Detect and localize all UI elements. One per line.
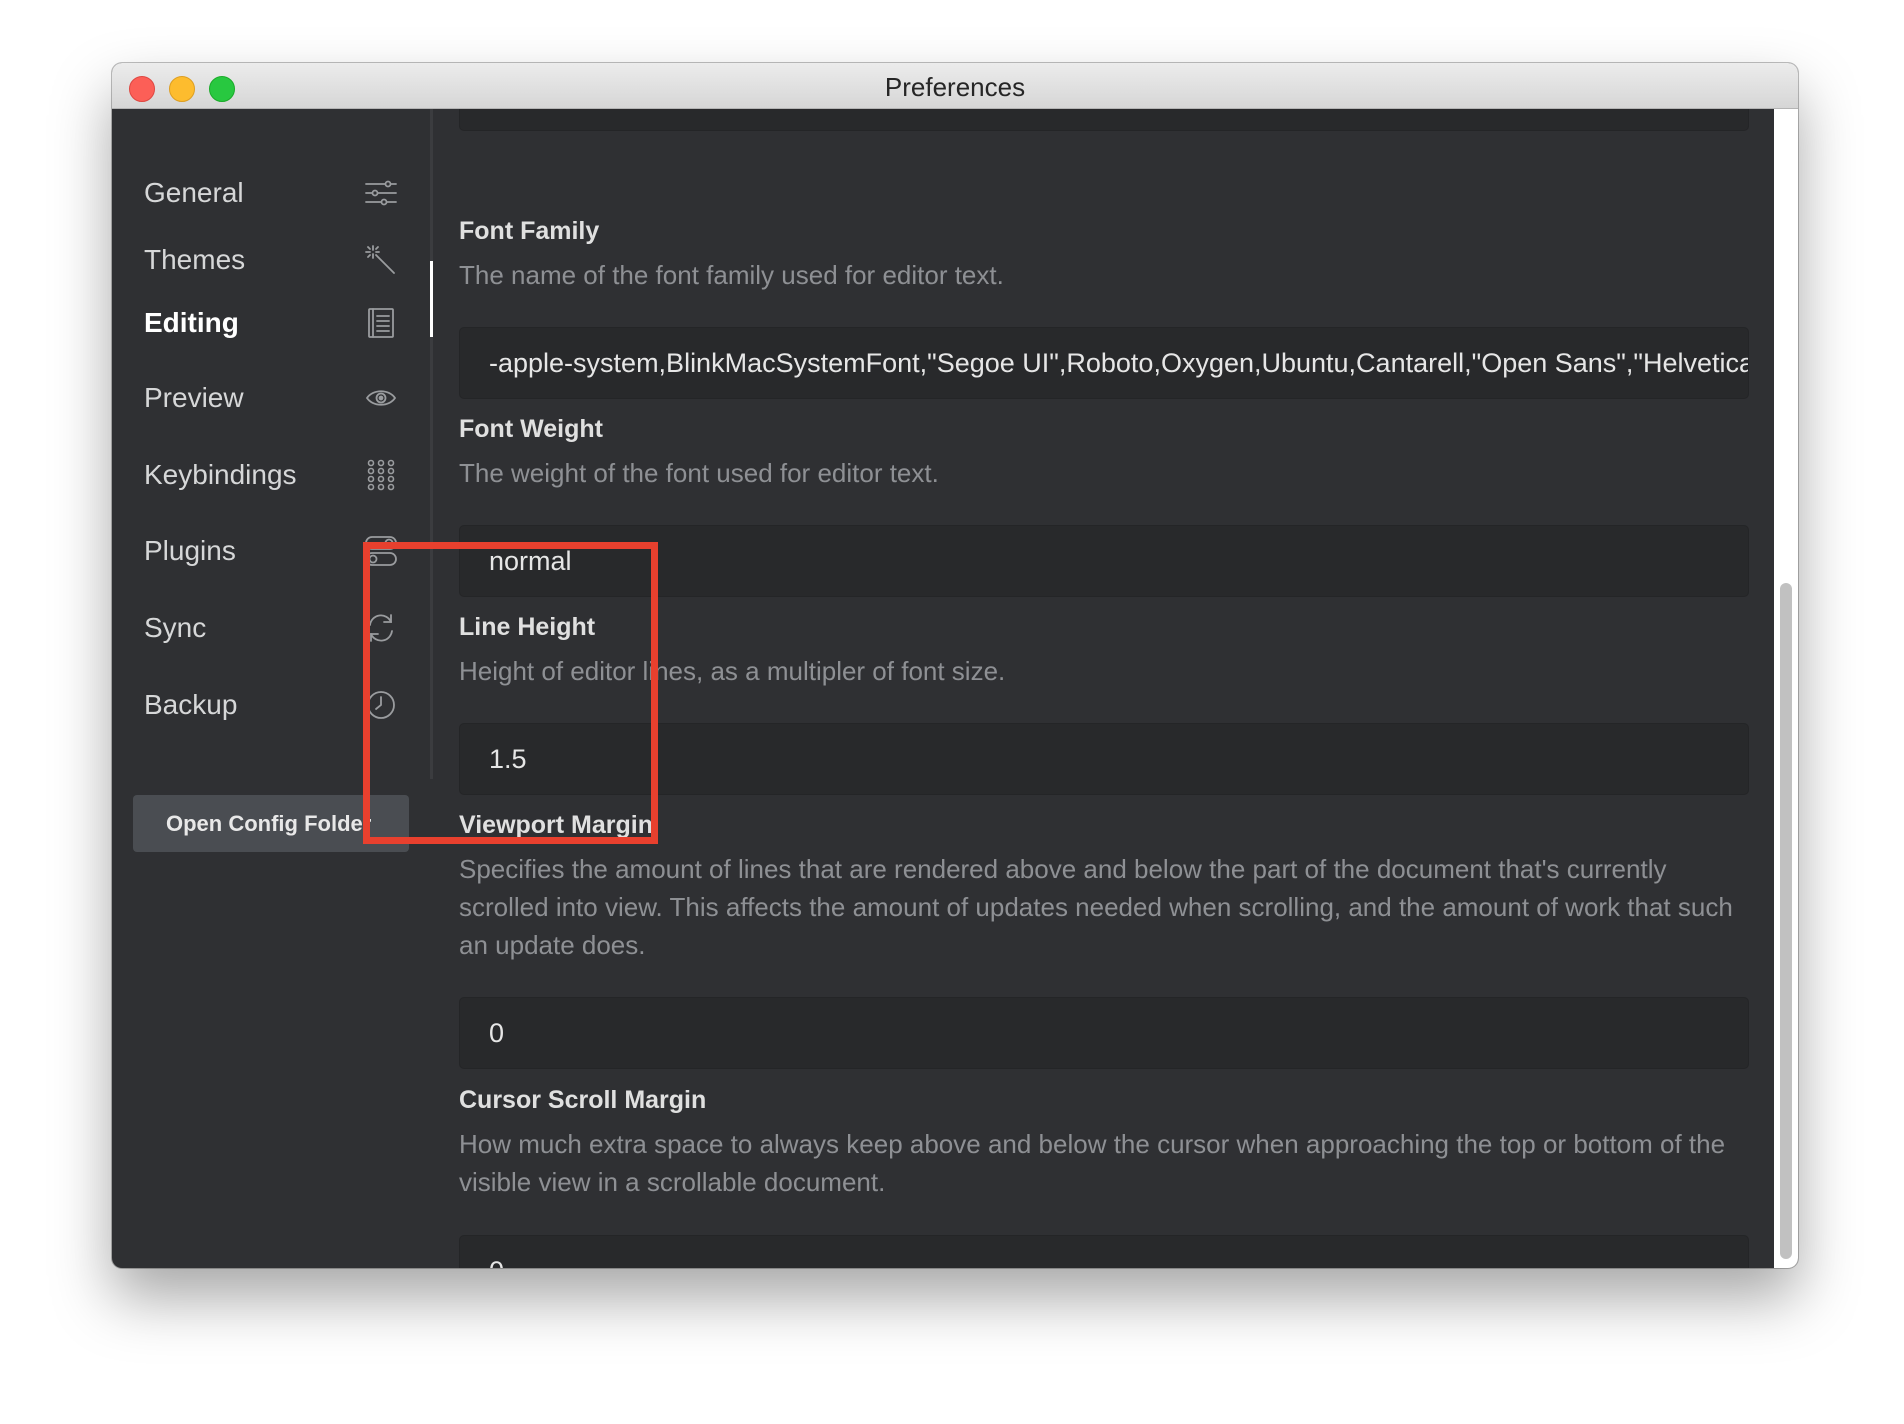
sidebar-item-themes[interactable]: Themes xyxy=(144,230,398,290)
viewport-margin-title: Viewport Margin xyxy=(459,811,654,839)
sidebar-item-label: Preview xyxy=(144,382,244,413)
line-height-title: Line Height xyxy=(459,613,596,641)
sidebar-item-backup[interactable]: Backup xyxy=(144,675,398,735)
font-family-title: Font Family xyxy=(459,217,600,245)
sidebar-item-label: Keybindings xyxy=(144,459,297,490)
sidebar-item-keybindings[interactable]: Keybindings xyxy=(144,445,398,505)
sliders-icon xyxy=(364,176,398,210)
sync-icon xyxy=(364,611,398,645)
active-item-indicator xyxy=(430,261,433,337)
sidebar-item-label: Themes xyxy=(144,244,246,275)
keypad-grid-icon xyxy=(364,458,398,492)
viewport-margin-description: Specifies the amount of lines that are r… xyxy=(459,854,1733,960)
line-height-description: Height of editor lines, as a multipler o… xyxy=(459,656,1006,686)
font-weight-description: The weight of the font used for editor t… xyxy=(459,458,939,488)
font-weight-title: Font Weight xyxy=(459,415,603,443)
font-weight-field[interactable]: normal xyxy=(459,525,1749,597)
sidebar-item-label: General xyxy=(144,177,244,208)
sidebar-item-plugins[interactable]: Plugins xyxy=(144,521,398,581)
history-clock-icon xyxy=(364,688,398,722)
title-bar: Preferences xyxy=(112,63,1798,109)
eye-icon xyxy=(364,381,398,415)
toggles-icon xyxy=(364,534,398,568)
font-family-description: The name of the font family used for edi… xyxy=(459,260,1004,290)
sidebar-item-sync[interactable]: Sync xyxy=(144,598,398,658)
sidebar-item-preview[interactable]: Preview xyxy=(144,368,398,428)
sidebar-item-label: Editing xyxy=(144,307,239,338)
scrollbar-thumb[interactable] xyxy=(1780,583,1792,1259)
document-icon xyxy=(364,306,398,340)
cursor-scroll-margin-title: Cursor Scroll Margin xyxy=(459,1086,707,1114)
font-family-field[interactable]: -apple-system,BlinkMacSystemFont,"Segoe … xyxy=(459,327,1749,399)
preferences-window: Preferences General Themes Editing Previ… xyxy=(112,63,1798,1268)
cursor-scroll-margin-description: How much extra space to always keep abov… xyxy=(459,1129,1726,1197)
sidebar-item-editing[interactable]: Editing xyxy=(144,293,398,353)
sidebar-item-general[interactable]: General xyxy=(144,163,398,223)
viewport-margin-field[interactable]: 0 xyxy=(459,997,1749,1069)
open-config-folder-button[interactable]: Open Config Folder xyxy=(133,795,409,852)
sidebar-item-label: Plugins xyxy=(144,535,236,566)
sidebar: General Themes Editing Preview Keybindin… xyxy=(112,109,430,1268)
cursor-scroll-margin-field[interactable]: 0 xyxy=(459,1235,1749,1268)
magic-wand-icon xyxy=(364,243,398,277)
sidebar-item-label: Sync xyxy=(144,612,207,643)
window-title: Preferences xyxy=(884,72,1026,102)
settings-panel: 16 Font Family The name of the font fami… xyxy=(459,109,1749,1268)
line-height-field[interactable]: 1.5 xyxy=(459,723,1749,795)
scrollbar-track[interactable] xyxy=(1774,109,1798,1268)
font-size-field[interactable]: 16 xyxy=(459,109,1749,131)
sidebar-divider xyxy=(430,109,433,779)
sidebar-item-label: Backup xyxy=(144,689,238,720)
